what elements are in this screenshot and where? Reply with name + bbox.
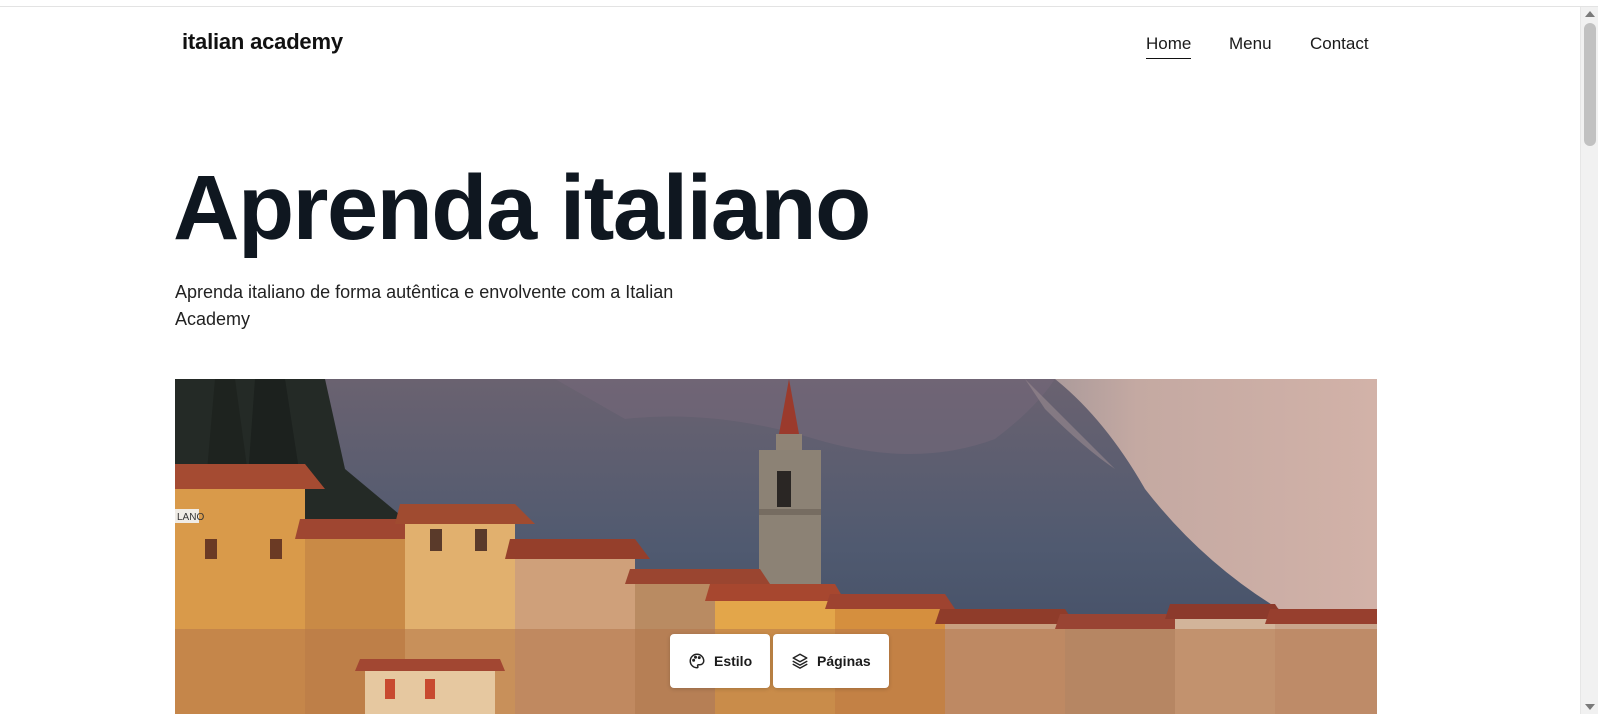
- page: italian academy Home Menu Contact Aprend…: [0, 7, 1580, 714]
- hero-subtitle: Aprenda italiano de forma autêntica e en…: [175, 282, 674, 329]
- style-button[interactable]: Estilo: [670, 634, 771, 688]
- pages-button[interactable]: Páginas: [773, 634, 889, 688]
- hero-title: Aprenda italiano: [173, 157, 871, 259]
- svg-text:LANO: LANO: [177, 512, 204, 523]
- browser-top-edge: [0, 0, 1598, 7]
- scroll-down-arrow-icon[interactable]: [1585, 704, 1595, 710]
- main-nav: Home Menu Contact: [0, 34, 1580, 64]
- palette-icon: [688, 652, 706, 670]
- scroll-up-arrow-icon[interactable]: [1585, 11, 1595, 17]
- nav-item-home[interactable]: Home: [1146, 34, 1192, 59]
- nav-item-menu[interactable]: Menu: [1229, 34, 1272, 58]
- vertical-scrollbar[interactable]: [1580, 7, 1598, 714]
- layers-icon: [791, 652, 809, 670]
- nav-item-contact[interactable]: Contact: [1310, 34, 1369, 58]
- style-button-label: Estilo: [714, 653, 753, 669]
- scrollbar-thumb[interactable]: [1584, 23, 1596, 146]
- pages-button-label: Páginas: [817, 653, 871, 669]
